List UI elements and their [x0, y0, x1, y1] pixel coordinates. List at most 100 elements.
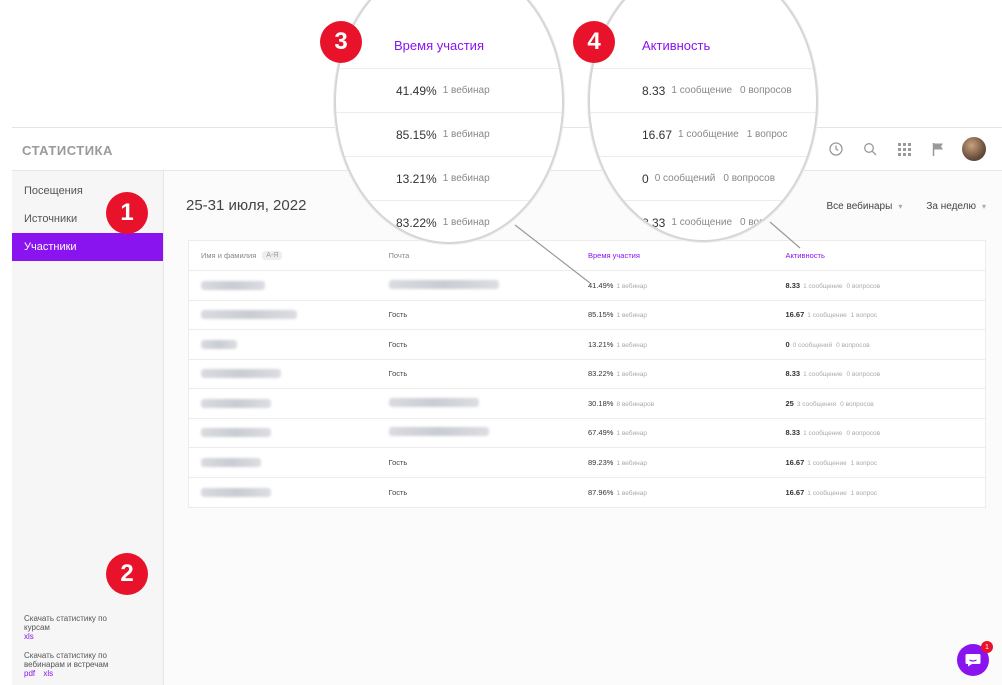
row-time-value: 89.23%	[588, 457, 614, 467]
table-row[interactable]: 30.18% 8 вебинаров 25 3 сообщения 0 вопросов	[189, 389, 985, 419]
row-time-sub: 1 вебинар	[616, 341, 647, 349]
header-name[interactable]: Имя и фамилия А-Я	[189, 251, 389, 260]
row-time-sub: 1 вебинар	[616, 459, 647, 467]
header-email[interactable]: Почта	[389, 251, 588, 260]
magnifier-time-sub: 1 вебинар	[442, 129, 490, 140]
header-name-label: Имя и фамилия	[201, 251, 257, 260]
help-icon[interactable]	[826, 139, 846, 159]
row-activity: 16.67 1 сообщение 1 вопрос	[786, 488, 985, 497]
download-courses-label: Скачать статистику по курсам	[24, 614, 107, 632]
row-email-cell: Гость	[389, 340, 588, 349]
magnifier-time-value: 85.15%	[396, 127, 437, 142]
row-activity: 8.33 1 сообщение 0 вопросов	[786, 281, 985, 290]
row-activity: 16.67 1 сообщение 1 вопрос	[786, 310, 985, 319]
row-activity-messages: 1 сообщение	[803, 371, 843, 379]
download-courses-xls-link[interactable]: xls	[24, 632, 34, 641]
row-activity: 25 3 сообщения 0 вопросов	[786, 399, 985, 408]
header-time[interactable]: Время участия	[588, 251, 786, 260]
row-name	[189, 369, 389, 379]
apps-grid-icon[interactable]	[894, 139, 914, 159]
sort-badge[interactable]: А-Я	[262, 251, 283, 260]
row-name	[189, 280, 389, 290]
sidebar: Посещения Источники Участники Скачать ст…	[12, 171, 164, 685]
app-title: СТАТИСТИКА	[22, 143, 113, 158]
download-webinars-xls-link[interactable]: xls	[43, 669, 53, 678]
search-icon[interactable]	[860, 139, 880, 159]
callout-2: 2	[106, 553, 148, 595]
row-activity-messages: 0 сообщений	[792, 341, 833, 349]
row-email-cell: Гость	[389, 458, 588, 467]
row-activity-messages: 1 сообщение	[803, 430, 843, 438]
row-activity-value: 16.67	[785, 487, 805, 497]
magnifier-time-sub: 1 вебинар	[442, 217, 490, 228]
magnifier-activity-title: Активность	[642, 38, 711, 53]
table-row[interactable]: 67.49% 1 вебинар 8.33 1 сообщение 0 вопросов	[189, 419, 985, 448]
table-row[interactable]: Гость 85.15% 1 вебинар 16.67 1 сообщение 1 во…	[189, 301, 985, 330]
table-row[interactable]: Гость 87.96% 1 вебинар 16.67 1 сообщение 1 во…	[189, 478, 985, 508]
row-time-sub: 1 вебинар	[616, 371, 647, 379]
table-body: 41.49% 1 вебинар 8.33 1 сообщение 0 вопросов…	[189, 271, 985, 507]
magnifier-activity-messages: 0 сообщений	[654, 173, 716, 184]
row-activity-questions: 0 вопросов	[846, 282, 881, 290]
magnifier-activity-messages: 1 сообщение	[671, 217, 733, 228]
table-row[interactable]: 41.49% 1 вебинар 8.33 1 сообщение 0 вопросов	[189, 271, 985, 301]
row-time-value: 67.49%	[588, 428, 614, 438]
row-activity-value: 8.33	[785, 369, 801, 379]
row-activity-questions: 1 вопрос	[850, 459, 878, 467]
row-activity-value: 25	[785, 398, 794, 408]
flag-icon[interactable]	[928, 139, 948, 159]
row-name-redacted	[201, 339, 237, 349]
row-time-value: 87.96%	[588, 487, 614, 497]
row-name	[189, 398, 389, 408]
download-courses-block: Скачать статистику по курсам xls	[24, 614, 114, 641]
row-activity-value: 16.67	[785, 457, 805, 467]
row-time: 87.96% 1 вебинар	[588, 488, 786, 497]
magnifier-time-value: 13.21%	[396, 171, 437, 186]
row-name-redacted	[201, 369, 281, 379]
magnifier-activity-value: 8.33	[642, 83, 666, 98]
chat-icon	[965, 654, 981, 667]
row-name	[189, 487, 389, 497]
table-row[interactable]: Гость 89.23% 1 вебинар 16.67 1 сообщение 1 во…	[189, 448, 985, 478]
row-time-value: 30.18%	[588, 398, 614, 408]
row-email-redacted	[388, 397, 479, 407]
row-time: 41.49% 1 вебинар	[588, 281, 786, 290]
magnifier-time-sub: 1 вебинар	[442, 85, 490, 96]
sidebar-item-participants[interactable]: Участники	[12, 233, 163, 261]
row-email: Гость	[388, 369, 408, 379]
row-email: Гость	[388, 457, 408, 467]
row-time-sub: 1 вебинар	[616, 430, 647, 438]
row-email-cell	[388, 397, 588, 409]
period-filter-dropdown[interactable]: За неделю ▾	[926, 201, 986, 212]
row-email: Гость	[388, 339, 408, 349]
chevron-down-icon: ▾	[981, 202, 986, 211]
row-time-value: 85.15%	[588, 310, 614, 320]
row-activity: 8.33 1 сообщение 0 вопросов	[786, 428, 985, 437]
table-row[interactable]: Гость 13.21% 1 вебинар 0 0 сообщений 0 вопрос…	[189, 330, 985, 360]
row-time: 13.21% 1 вебинар	[588, 340, 786, 349]
row-activity: 00 сообщений 0 вопросов	[786, 340, 985, 349]
magnifier-activity-value: 16.67	[642, 127, 673, 142]
row-name-redacted	[201, 280, 265, 290]
magnifier-activity-value: 0	[642, 171, 649, 186]
row-activity-questions: 0 вопросов	[840, 400, 874, 408]
header-activity[interactable]: Активность	[786, 251, 985, 260]
row-name-redacted	[201, 457, 261, 467]
webinar-filter-dropdown[interactable]: Все вебинары ▾	[827, 201, 903, 212]
row-activity-questions: 0 вопросов	[846, 430, 881, 438]
top-icons	[826, 137, 986, 161]
callout-1: 1	[106, 192, 148, 234]
row-activity: 8.33 1 сообщение 0 вопросов	[786, 369, 985, 378]
table-row[interactable]: Гость 83.22% 1 вебинар 8.33 1 сообщение 0 воп…	[189, 360, 985, 389]
row-email-cell: Гость	[389, 488, 588, 497]
row-activity-messages: 1 сообщение	[807, 312, 847, 320]
main-content: 25-31 июля, 2022 Все вебинары ▾ За неделю…	[164, 171, 1002, 685]
row-time: 89.23% 1 вебинар	[588, 458, 786, 467]
avatar[interactable]	[962, 137, 986, 161]
magnifier-activity-row: 8.33 1 сообщение 0 вопросов	[590, 68, 816, 112]
row-time: 83.22% 1 вебинар	[588, 369, 786, 378]
row-activity-value: 8.33	[785, 280, 801, 290]
row-name-redacted	[201, 428, 271, 438]
download-webinars-pdf-link[interactable]: pdf	[24, 669, 35, 678]
row-name-redacted	[201, 487, 271, 497]
